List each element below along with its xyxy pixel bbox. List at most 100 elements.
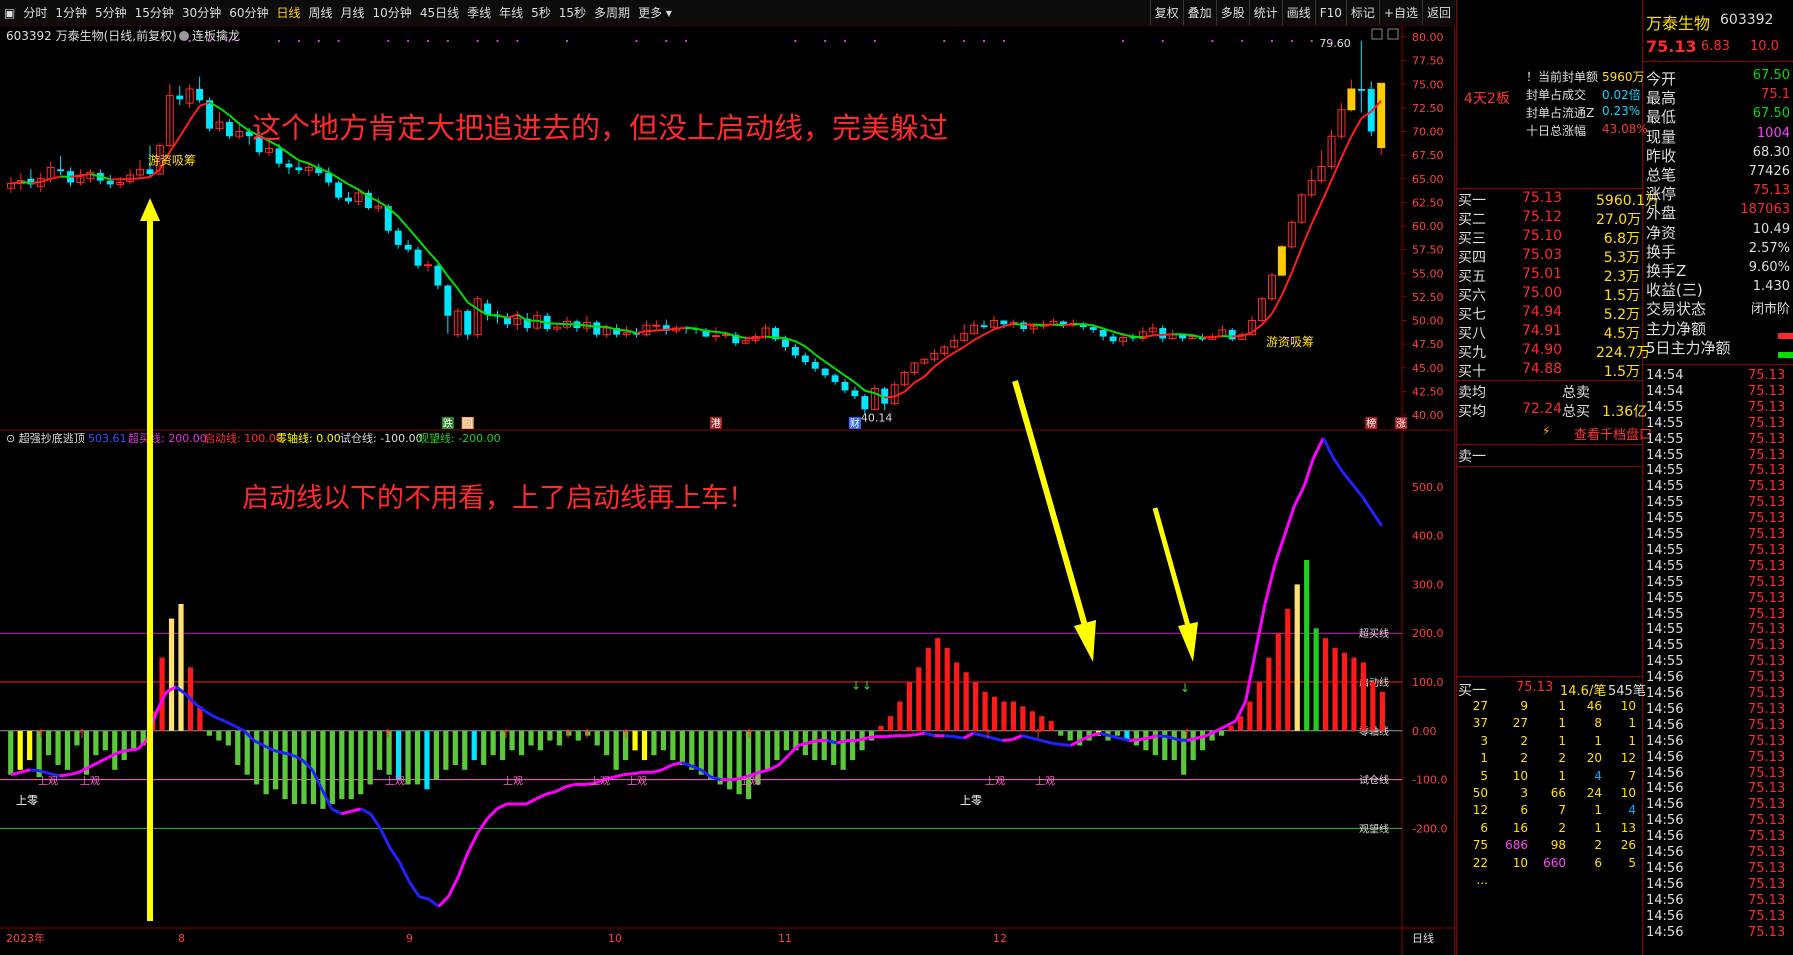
toolbar-btn-7[interactable]: +自选: [1378, 0, 1422, 25]
osc-bar: [916, 667, 922, 731]
bid-volume-0: 5960.1万: [1596, 193, 1659, 209]
dot-marker: [873, 40, 876, 42]
queue-price: 75.13: [1516, 680, 1554, 695]
quote-value-11: 1.430: [1752, 279, 1790, 295]
period-tab-6[interactable]: 日线: [272, 0, 304, 25]
candle-body: [1089, 327, 1097, 330]
period-tab-11[interactable]: 季线: [463, 0, 495, 25]
queue-cell-8-2: 98: [1550, 838, 1566, 853]
toolbar-btn-1[interactable]: 叠加: [1182, 0, 1216, 25]
tick-time-12: 14:55: [1646, 558, 1684, 574]
osc-line-segment: [476, 817, 489, 835]
period-tab-7[interactable]: 周线: [305, 0, 337, 25]
bid-price-8: 74.90: [1522, 342, 1563, 358]
osc-bar: [168, 618, 175, 731]
period-tab-4[interactable]: 30分钟: [178, 0, 225, 25]
osc-line-segment: [632, 770, 644, 776]
osc-bar: [272, 730, 279, 790]
osc-bar: [1048, 721, 1054, 731]
period-tab-2[interactable]: 5分钟: [91, 0, 131, 25]
ma-segment: [973, 333, 985, 341]
bid-volume-6: 5.2万: [1603, 307, 1640, 323]
bid-volume-5: 1.5万: [1603, 288, 1640, 304]
period-tab-3[interactable]: 15分钟: [131, 0, 178, 25]
ma-segment: [80, 173, 91, 177]
osc-bar: [433, 730, 440, 780]
period-tab-16[interactable]: 更多 ▾: [634, 0, 676, 25]
candle-body: [335, 182, 343, 198]
layout-icon[interactable]: ▣: [0, 0, 19, 25]
osc-line-segment: [623, 772, 634, 777]
osc-line-segment: [866, 735, 877, 740]
osc-line-segment: [331, 807, 343, 816]
osc-line-segment: [1109, 734, 1120, 740]
toolbar-btn-4[interactable]: 画线: [1281, 0, 1315, 25]
tick-price-4: 75.13: [1748, 431, 1786, 447]
osc-bar: [925, 647, 931, 731]
osc-line-segment: [768, 763, 780, 772]
capital-label-right: 游资吸筹: [1266, 335, 1314, 349]
tick-price-8: 75.13: [1748, 495, 1786, 511]
ma-segment: [30, 180, 41, 184]
osc-bar: [112, 730, 118, 770]
ma-segment: [1122, 333, 1134, 338]
ma-segment: [1241, 331, 1253, 337]
osc-tick-0: 500.0: [1412, 481, 1444, 494]
osc-line-segment: [127, 747, 138, 752]
tick-price-6: 75.13: [1748, 463, 1786, 479]
guanwang-legend: 观望线: -200.00: [418, 431, 501, 445]
candle-body: [652, 324, 661, 327]
period-tab-1[interactable]: 1分钟: [51, 0, 91, 25]
queue-cell-2-3: 1: [1594, 733, 1602, 748]
tick-price-33: 75.13: [1748, 892, 1786, 908]
tick-time-8: 14:55: [1646, 495, 1684, 511]
toolbar-btn-8[interactable]: 返回: [1421, 0, 1455, 25]
period-tab-14[interactable]: 15秒: [555, 0, 590, 25]
period-tab-9[interactable]: 10分钟: [369, 0, 416, 25]
osc-bar: [131, 730, 137, 751]
dot-marker: [446, 40, 449, 42]
period-tab-8[interactable]: 月线: [337, 0, 369, 25]
osc-bar: [831, 730, 837, 765]
period-tab-0[interactable]: 分时: [19, 0, 51, 25]
period-tab-13[interactable]: 5秒: [527, 0, 555, 25]
osc-bar: [1067, 730, 1073, 741]
tick-time-27: 14:56: [1646, 797, 1684, 813]
time-tick-4: 11: [778, 932, 792, 945]
ma-segment: [923, 365, 936, 378]
dot-marker: [426, 40, 429, 42]
total-buy-value: 1.36亿: [1602, 404, 1648, 420]
bid-volume-9: 1.5万: [1603, 364, 1640, 380]
ma-segment: [854, 381, 866, 392]
period-tab-5[interactable]: 60分钟: [225, 0, 272, 25]
tag-shangguan-3: 上观: [503, 775, 523, 787]
toolbar-btn-2[interactable]: 多股: [1215, 0, 1249, 25]
bid-label-9: 买十: [1458, 364, 1486, 380]
ma-segment: [834, 367, 846, 377]
period-toolbar: ▣ 分时 1分钟 5分钟 15分钟 30分钟 60分钟 日线 周线 月线 10分钟 45日线 季线 年线 5…: [0, 0, 1455, 26]
toolbar-btn-5[interactable]: F10: [1314, 0, 1346, 25]
ma-segment: [1152, 333, 1163, 337]
queue-cell-10-0: ...: [1476, 873, 1488, 887]
ma-segment: [10, 181, 22, 185]
ma-segment: [824, 360, 836, 370]
osc-line-segment: [1273, 535, 1286, 566]
depth-link[interactable]: 查看千档盘口: [1574, 424, 1652, 443]
period-tab-15[interactable]: 多周期: [590, 0, 634, 25]
tick-price-20: 75.13: [1748, 686, 1786, 701]
time-tick-0: 2023年: [6, 931, 45, 945]
toolbar-btn-0[interactable]: 复权: [1149, 0, 1183, 25]
toolbar-btn-3[interactable]: 统计: [1248, 0, 1282, 25]
period-tab-12[interactable]: 年线: [495, 0, 527, 25]
queue-cell-0-4: 10: [1620, 699, 1636, 713]
up-arrow-icon: ↑: [744, 727, 754, 741]
queue-cell-1-1: 27: [1512, 716, 1528, 731]
period-tab-10[interactable]: 45日线: [416, 0, 463, 25]
candle-body: [781, 339, 789, 347]
osc-line-segment: [730, 777, 741, 782]
kline-chart-area[interactable]: 603392 万泰生物(日线,前复权) 连板擒龙 80.00 77.50 75.00 72…: [0, 26, 1455, 955]
toolbar-btn-6[interactable]: 标记: [1345, 0, 1379, 25]
queue-cell-1-3: 8: [1594, 716, 1602, 731]
candle-body: [851, 390, 859, 397]
queue-divider: [1456, 676, 1642, 677]
